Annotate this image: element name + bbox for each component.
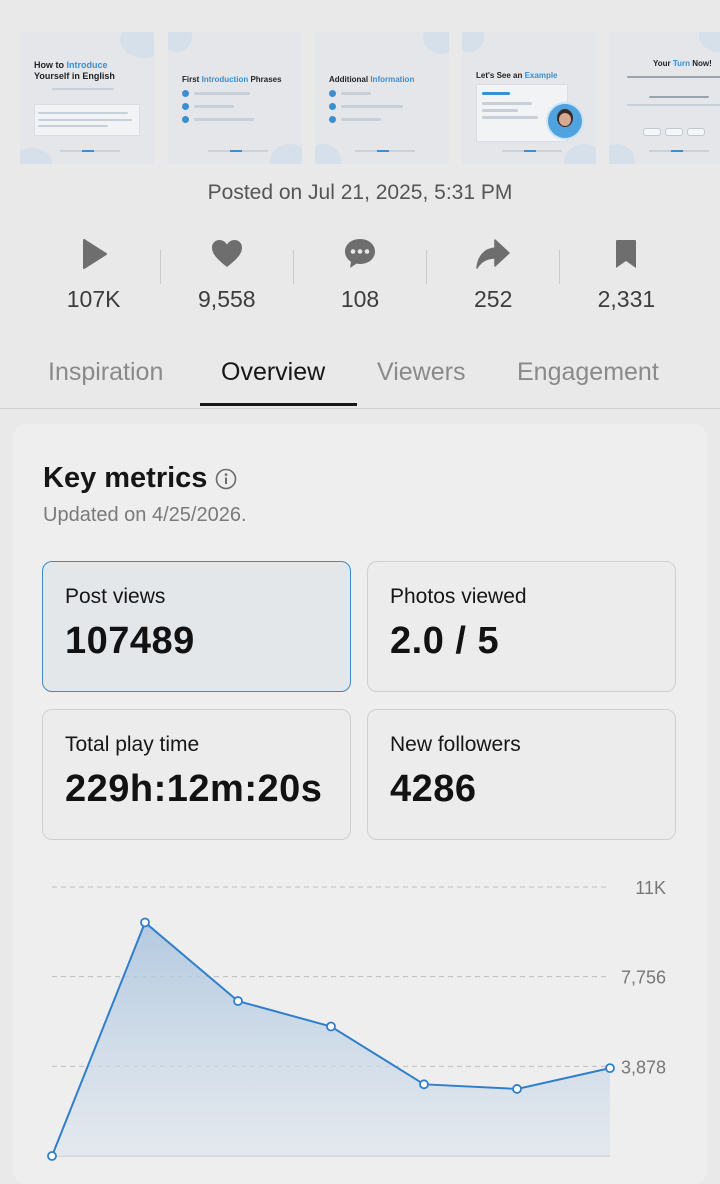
stat-shares: 252 [427, 232, 560, 322]
stat-value: 108 [340, 286, 380, 312]
data-point [512, 1084, 522, 1094]
metric-value: 107489 [65, 620, 195, 662]
stats-row: 107K 9,558 108 252 2,331 [27, 232, 693, 322]
stat-divider [160, 250, 161, 284]
metric-card-new-followers[interactable]: New followers 4286 [367, 709, 676, 840]
avatar [546, 102, 584, 140]
updated-date: Updated on 4/25/2026. [43, 504, 247, 526]
tab-overview[interactable]: Overview [221, 358, 325, 387]
data-point [233, 996, 243, 1006]
stat-value: 252 [474, 286, 513, 312]
thumbnail-title: Let's See an Example [476, 71, 558, 80]
info-icon[interactable] [215, 468, 237, 490]
stat-comments: 108 [293, 232, 426, 322]
data-point [140, 917, 150, 928]
thumbnail-title: Additional Information [329, 75, 415, 84]
tab-viewers[interactable]: Viewers [377, 358, 465, 387]
metric-card-photos-viewed[interactable]: Photos viewed 2.0 / 5 [367, 561, 676, 692]
thumbnail-title: How to Introduce Yourself in English [34, 60, 115, 81]
thumbnail-4[interactable]: Let's See an Example [462, 32, 596, 164]
y-tick-label: 7,756 [621, 968, 666, 988]
stat-divider [426, 250, 427, 284]
key-metrics-title: Key metrics [43, 462, 208, 494]
tab-engagement[interactable]: Engagement [517, 358, 659, 387]
metric-label: Photos viewed [390, 585, 527, 608]
thumbnail-3[interactable]: Additional Information [315, 32, 449, 164]
stat-divider [293, 250, 294, 284]
data-point [326, 1021, 336, 1032]
heart-icon [211, 240, 242, 267]
data-point [605, 1063, 615, 1074]
y-tick-label: 11K [635, 878, 666, 898]
thumbnail-1[interactable]: How to Introduce Yourself in English [20, 32, 154, 164]
thumbnail-5[interactable]: Your Turn Now! [609, 32, 720, 164]
stat-value: 107K [66, 286, 121, 312]
stat-saves: 2,331 [560, 232, 693, 322]
metric-value: 229h:12m:20s [65, 768, 323, 810]
stat-value: 9,558 [198, 286, 256, 312]
post-views-chart[interactable]: 3,878 7,756 11K [0, 850, 720, 1162]
thumbnail-title: Your Turn Now! [653, 59, 712, 68]
stat-likes: 9,558 [160, 232, 293, 322]
area-fill [52, 922, 610, 1156]
thumbnail-2[interactable]: First Introduction Phrases [168, 32, 302, 164]
thumbnail-strip[interactable]: How to Introduce Yourself in English Firs… [0, 0, 720, 165]
stat-value: 2,331 [597, 286, 656, 312]
data-point [47, 1151, 57, 1161]
metric-card-total-play-time[interactable]: Total play time 229h:12m:20s [42, 709, 351, 840]
tab-inspiration[interactable]: Inspiration [48, 358, 163, 387]
posted-date: Posted on Jul 21, 2025, 5:31 PM [207, 181, 513, 204]
bookmark-icon [616, 240, 637, 268]
metric-value: 4286 [390, 768, 477, 810]
metric-label: Post views [65, 585, 166, 608]
tab-bar: Inspiration Overview Viewers Engagement [0, 350, 720, 409]
metric-card-post-views[interactable]: Post views 107489 [42, 561, 351, 692]
stat-views: 107K [27, 232, 160, 322]
active-tab-indicator [200, 403, 357, 406]
metric-label: New followers [390, 733, 521, 756]
metric-label: Total play time [65, 733, 200, 756]
data-point [419, 1079, 429, 1090]
play-icon [82, 239, 107, 269]
comment-icon [345, 239, 375, 268]
metric-value: 2.0 / 5 [390, 620, 500, 662]
share-icon [476, 239, 510, 269]
stat-divider [559, 250, 560, 284]
y-tick-label: 3,878 [621, 1057, 666, 1077]
thumbnail-title: First Introduction Phrases [182, 75, 282, 84]
